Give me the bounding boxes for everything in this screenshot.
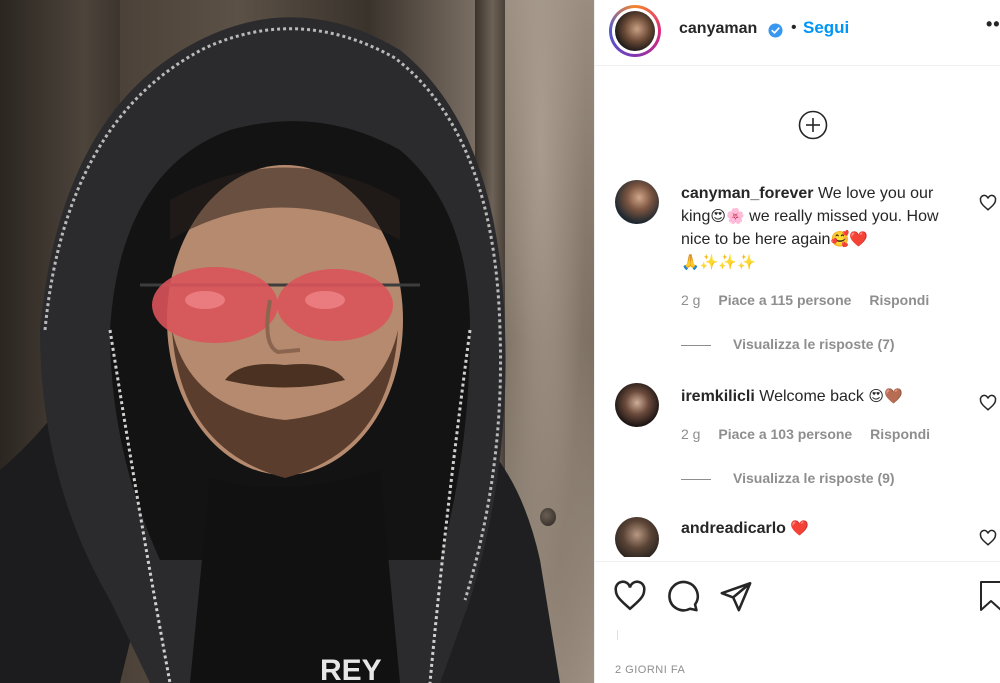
comment-meta: 2 g Piace a 115 persone Rispondi (681, 292, 943, 308)
comment-age: 2 g (681, 292, 701, 308)
separator-dot: • (791, 19, 797, 36)
divider (617, 630, 618, 640)
owner-username[interactable]: canyaman (679, 20, 757, 38)
commenter-username[interactable]: iremkilicli (681, 388, 755, 405)
view-replies-label: Visualizza le risposte (7) (733, 336, 895, 352)
owner-avatar[interactable] (609, 5, 661, 57)
post-header: canyaman • Segui ••• (595, 0, 1000, 66)
heart-icon[interactable] (979, 394, 997, 412)
plus-circle-icon[interactable] (798, 110, 828, 140)
comment-text: canyman_forever We love you our king😍🌸 w… (681, 182, 966, 274)
heart-icon[interactable] (979, 194, 997, 212)
post-date: 2 GIORNI FA (615, 664, 686, 676)
comment-likes[interactable]: Piace a 115 persone (718, 292, 851, 308)
reply-button[interactable]: Rispondi (869, 292, 929, 308)
comment-text: iremkilicli Welcome back 😍🤎 (681, 385, 966, 408)
commenter-username[interactable]: andreadicarlo (681, 520, 786, 537)
comment-meta: 2 g Piace a 103 persone Rispondi (681, 426, 944, 442)
comments-list[interactable]: canyman_forever We love you our king😍🌸 w… (595, 67, 1000, 557)
comment-bubble-icon[interactable] (666, 579, 700, 613)
commenter-avatar[interactable] (615, 383, 659, 427)
view-replies-button[interactable]: Visualizza le risposte (9) (681, 470, 895, 486)
comment-age: 2 g (681, 426, 701, 442)
comment-emoji: 😍🤎 (868, 387, 903, 405)
reply-button[interactable]: Rispondi (870, 426, 930, 442)
heart-icon[interactable] (979, 529, 997, 547)
paper-plane-icon[interactable] (719, 579, 753, 613)
commenter-avatar[interactable] (615, 517, 659, 557)
bookmark-icon[interactable] (977, 579, 1000, 613)
view-replies-label: Visualizza le risposte (9) (733, 470, 895, 486)
comment-emoji: ❤️ (790, 519, 810, 537)
comment-body: Welcome back (754, 388, 869, 405)
post-sidebar: canyaman • Segui ••• canyman_forever We … (594, 0, 1000, 683)
follow-button[interactable]: Segui (803, 18, 849, 38)
commenter-username[interactable]: canyman_forever (681, 185, 814, 202)
comment-emoji: 🙏✨✨✨ (681, 253, 756, 271)
comment-likes[interactable]: Piace a 103 persone (718, 426, 852, 442)
commenter-avatar[interactable] (615, 180, 659, 224)
svg-text:REY: REY (320, 654, 382, 683)
post-photo[interactable]: REY (0, 0, 594, 683)
person-in-hood-illustration: REY (0, 17, 560, 683)
comment-text: andreadicarlo ❤️ (681, 517, 966, 540)
comment-emoji: 😍🌸 (710, 207, 745, 225)
more-options-button[interactable]: ••• (986, 14, 1000, 35)
heart-icon[interactable] (613, 579, 647, 613)
verified-badge-icon (768, 23, 783, 38)
post-action-bar (595, 561, 1000, 631)
comment-emoji: 🥰❤️ (830, 230, 868, 248)
view-replies-button[interactable]: Visualizza le risposte (7) (681, 336, 895, 352)
